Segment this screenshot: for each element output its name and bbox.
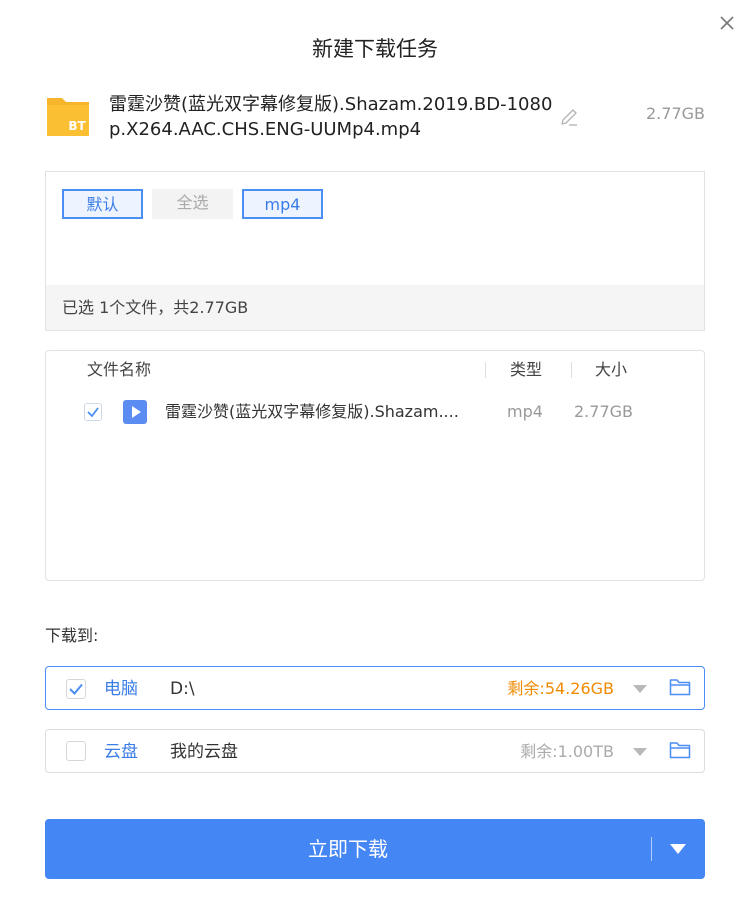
task-file-name: 雷霆沙赞(蓝光双字幕修复版).Shazam.2019.BD-1080p.X264… — [109, 94, 553, 140]
file-filter-panel: 默认 全选 mp4 已选 1个文件，共2.77GB — [45, 171, 705, 331]
filter-chip-select-all[interactable]: 全选 — [152, 189, 233, 219]
column-header-name: 文件名称 — [87, 360, 152, 379]
row-checkbox[interactable] — [84, 403, 102, 421]
cloud-free-space: 剩余:1.00TB — [520, 742, 614, 761]
video-play-icon — [123, 400, 147, 424]
task-header: BT 雷霆沙赞(蓝光双字幕修复版).Shazam.2019.BD-1080p.X… — [45, 92, 705, 142]
row-file-name: 雷霆沙赞(蓝光双字幕修复版).Shazam.... — [165, 402, 459, 421]
pc-checkbox[interactable] — [66, 679, 86, 699]
folder-icon[interactable] — [669, 741, 691, 759]
filter-chip-mp4[interactable]: mp4 — [242, 189, 323, 219]
selection-summary: 已选 1个文件，共2.77GB — [46, 285, 704, 330]
download-now-label: 立即下载 — [308, 837, 388, 861]
cloud-path: 我的云盘 — [170, 742, 238, 762]
column-header-size: 大小 — [595, 360, 628, 379]
cloud-option-name: 云盘 — [104, 742, 138, 762]
row-file-type: mp4 — [507, 402, 543, 421]
close-icon[interactable] — [716, 12, 738, 34]
edit-pencil-icon[interactable] — [558, 106, 580, 128]
pc-free-space: 剩余:54.26GB — [507, 679, 614, 698]
cloud-checkbox[interactable] — [66, 741, 86, 761]
folder-icon[interactable] — [669, 678, 691, 696]
column-divider[interactable] — [571, 362, 572, 378]
destination-option-pc[interactable]: 电脑 D:\ 剩余:54.26GB — [45, 666, 705, 710]
chevron-down-icon[interactable] — [632, 684, 648, 694]
bt-file-icon: BT — [47, 98, 89, 136]
filter-chip-default[interactable]: 默认 — [62, 189, 143, 219]
new-download-dialog: 新建下载任务 BT 雷霆沙赞(蓝光双字幕修复版).Shazam.2019.BD-… — [0, 0, 750, 924]
pc-path: D:\ — [170, 679, 195, 699]
button-divider — [651, 837, 652, 861]
row-file-size: 2.77GB — [574, 402, 633, 421]
task-total-size: 2.77GB — [646, 104, 705, 123]
download-now-button[interactable]: 立即下载 — [45, 819, 705, 879]
file-list-table: 文件名称 类型 大小 雷霆沙赞(蓝光双字幕修复版).Shazam.... mp4… — [45, 350, 705, 581]
check-icon — [87, 407, 99, 418]
bt-icon-label: BT — [68, 119, 86, 133]
column-header-type: 类型 — [510, 360, 543, 379]
check-icon — [69, 683, 83, 695]
chevron-down-icon[interactable] — [669, 843, 687, 855]
column-divider[interactable] — [485, 362, 486, 378]
destination-option-cloud[interactable]: 云盘 我的云盘 剩余:1.00TB — [45, 729, 705, 773]
destination-label: 下载到: — [45, 626, 99, 645]
pc-option-name: 电脑 — [104, 679, 138, 699]
chevron-down-icon[interactable] — [632, 747, 648, 757]
dialog-title: 新建下载任务 — [312, 37, 438, 61]
